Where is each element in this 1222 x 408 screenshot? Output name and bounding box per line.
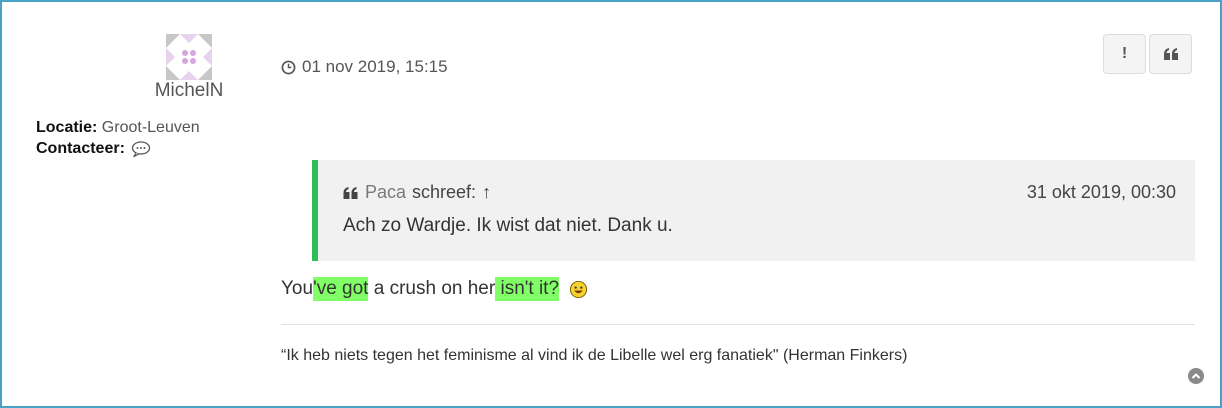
quote-date: 31 okt 2019, 00:30	[1026, 182, 1176, 202]
quoted-post: Paca schreef: ↑ 31 okt 2019, 00:30 Ach z…	[312, 160, 1195, 261]
highlighted-text: 've got	[313, 277, 369, 301]
location-label: Locatie:	[36, 119, 98, 136]
post-date: 01 nov 2019, 15:15	[302, 57, 448, 76]
username[interactable]: MichelN	[132, 80, 246, 102]
quote-wrote-label: schreef:	[412, 182, 477, 202]
back-to-top-icon[interactable]	[1188, 368, 1204, 384]
quote-icon	[1163, 48, 1178, 60]
quote-icon	[343, 186, 358, 199]
quote-button[interactable]	[1149, 34, 1192, 74]
avatar[interactable]	[166, 34, 212, 80]
contact-label: Contacteer:	[36, 140, 125, 157]
post-container: MichelN Locatie: Groot-Leuven Contacteer…	[0, 0, 1222, 408]
quote-author-link[interactable]: Paca	[365, 182, 406, 203]
post-timestamp[interactable]: 01 nov 2019, 15:15	[281, 57, 448, 77]
signature-divider	[281, 324, 1195, 325]
reply-text-part	[559, 278, 564, 300]
quote-source-arrow[interactable]: ↑	[482, 182, 491, 203]
highlighted-text: isn't it?	[495, 277, 560, 301]
profile-contact: Contacteer:	[36, 140, 151, 158]
smiley-icon	[570, 280, 588, 298]
quote-header: Paca schreef: ↑	[342, 182, 491, 203]
exclamation-icon: !	[1121, 45, 1128, 62]
reply-text-part: You	[281, 278, 314, 299]
quote-text: Ach zo Wardje. Ik wist dat niet. Dank u.	[343, 215, 673, 236]
report-button[interactable]: !	[1103, 34, 1146, 74]
profile-location: Locatie: Groot-Leuven	[36, 119, 200, 137]
signature: “Ik heb niets tegen het feminisme al vin…	[281, 347, 908, 364]
chat-bubble-icon[interactable]	[131, 141, 151, 157]
clock-icon	[281, 60, 296, 74]
location-value: Groot-Leuven	[101, 119, 200, 136]
reply-text-part: a crush on her	[368, 278, 496, 299]
post-body: You've got a crush on her isn't it?	[281, 277, 588, 301]
